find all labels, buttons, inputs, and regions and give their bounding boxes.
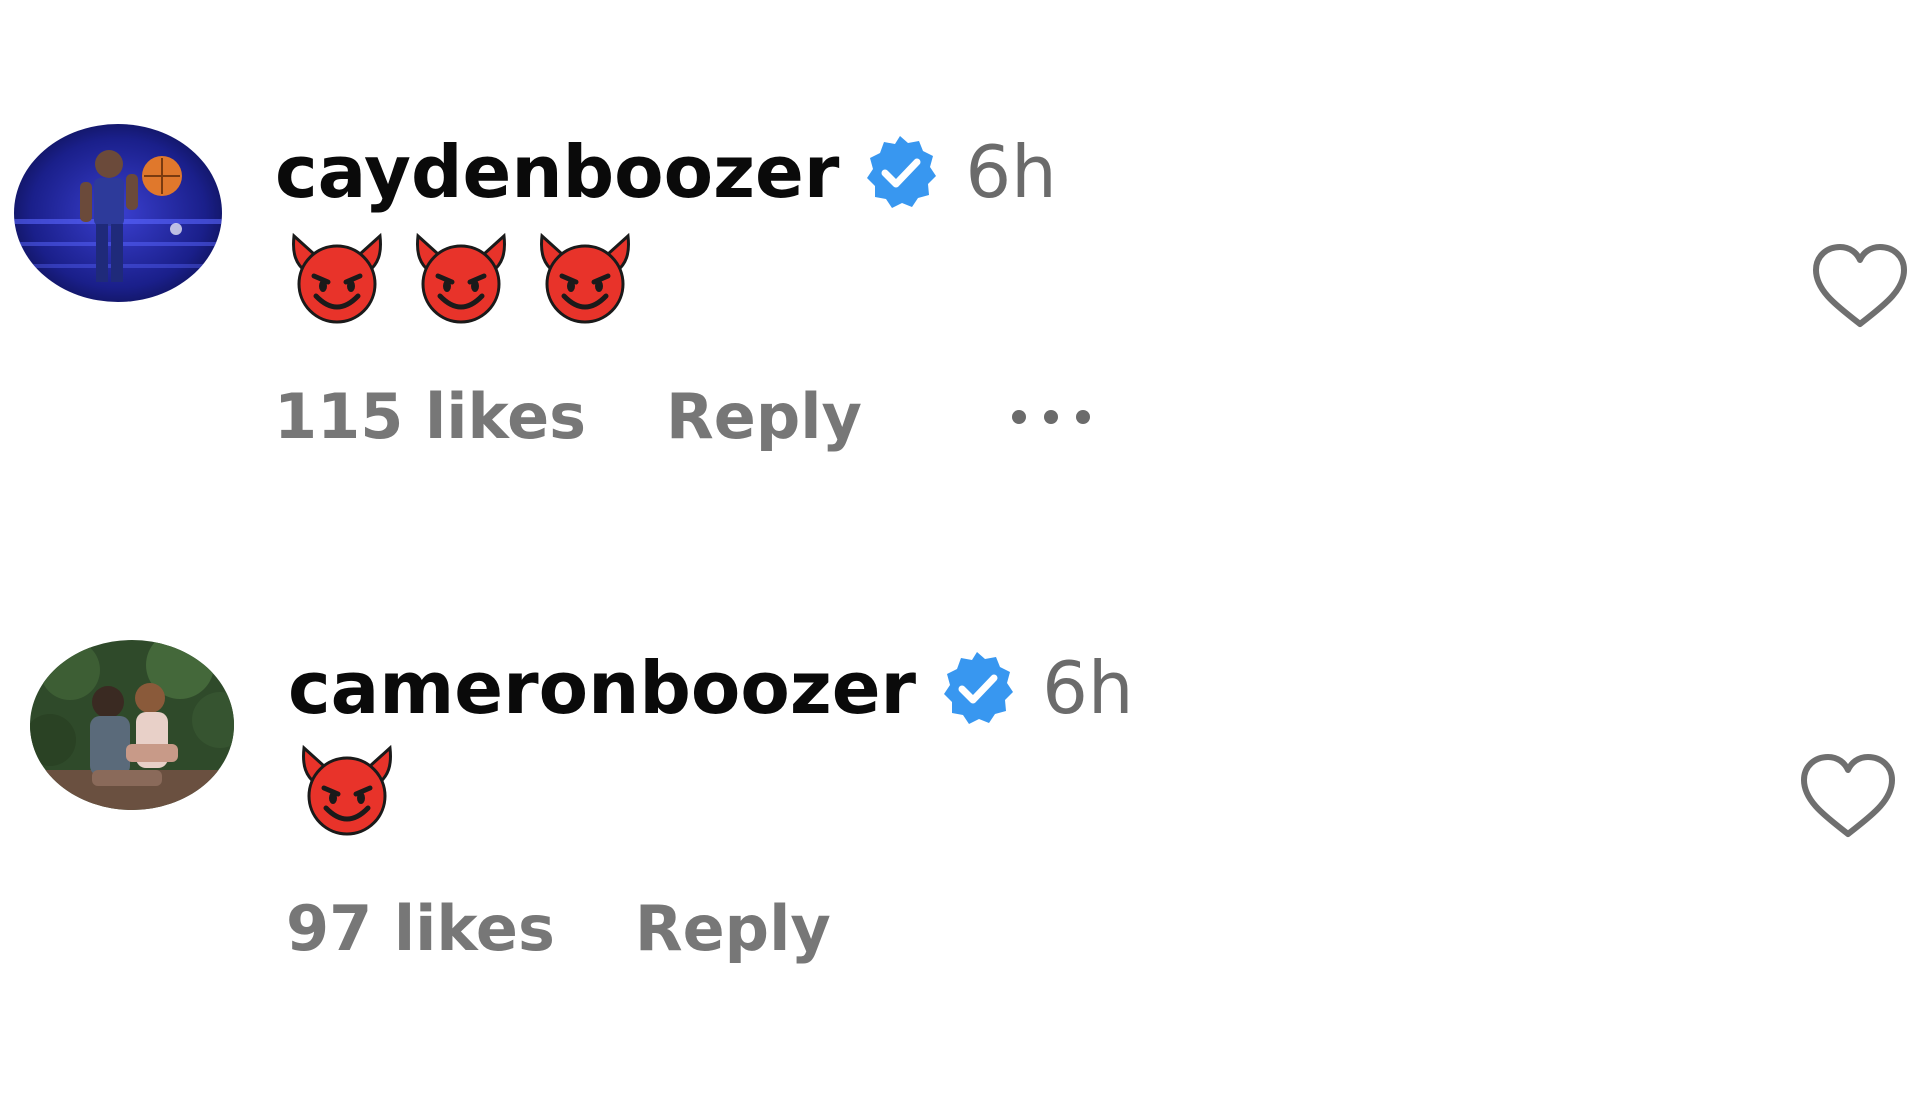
likes-count[interactable]: 97 likes bbox=[286, 892, 555, 965]
avatar[interactable] bbox=[30, 640, 234, 810]
verified-badge-icon bbox=[938, 649, 1016, 727]
like-heart-icon[interactable] bbox=[1810, 242, 1910, 330]
smiling-face-with-horns-icon bbox=[284, 232, 390, 324]
username[interactable]: caydenboozer bbox=[275, 130, 839, 214]
comment-header: cameronboozer 6h bbox=[288, 646, 1134, 730]
comment-header: caydenboozer 6h bbox=[275, 130, 1057, 214]
reply-button[interactable]: Reply bbox=[666, 380, 862, 453]
timestamp[interactable]: 6h bbox=[965, 130, 1056, 214]
smiling-face-with-horns-icon bbox=[532, 232, 638, 324]
likes-count[interactable]: 115 likes bbox=[274, 380, 586, 453]
smiling-face-with-horns-icon bbox=[408, 232, 514, 324]
avatar[interactable] bbox=[14, 124, 222, 302]
username[interactable]: cameronboozer bbox=[288, 646, 916, 730]
smiling-face-with-horns-icon bbox=[294, 744, 400, 836]
like-heart-icon[interactable] bbox=[1798, 752, 1898, 840]
comment-text bbox=[284, 232, 638, 324]
verified-badge-icon bbox=[861, 133, 939, 211]
comment-actions: 97 likes Reply bbox=[286, 892, 831, 965]
comment-actions: 115 likes Reply bbox=[274, 380, 1090, 453]
more-options-icon[interactable] bbox=[1011, 409, 1090, 424]
reply-button[interactable]: Reply bbox=[635, 892, 831, 965]
timestamp[interactable]: 6h bbox=[1042, 646, 1133, 730]
comment-text bbox=[294, 744, 400, 836]
